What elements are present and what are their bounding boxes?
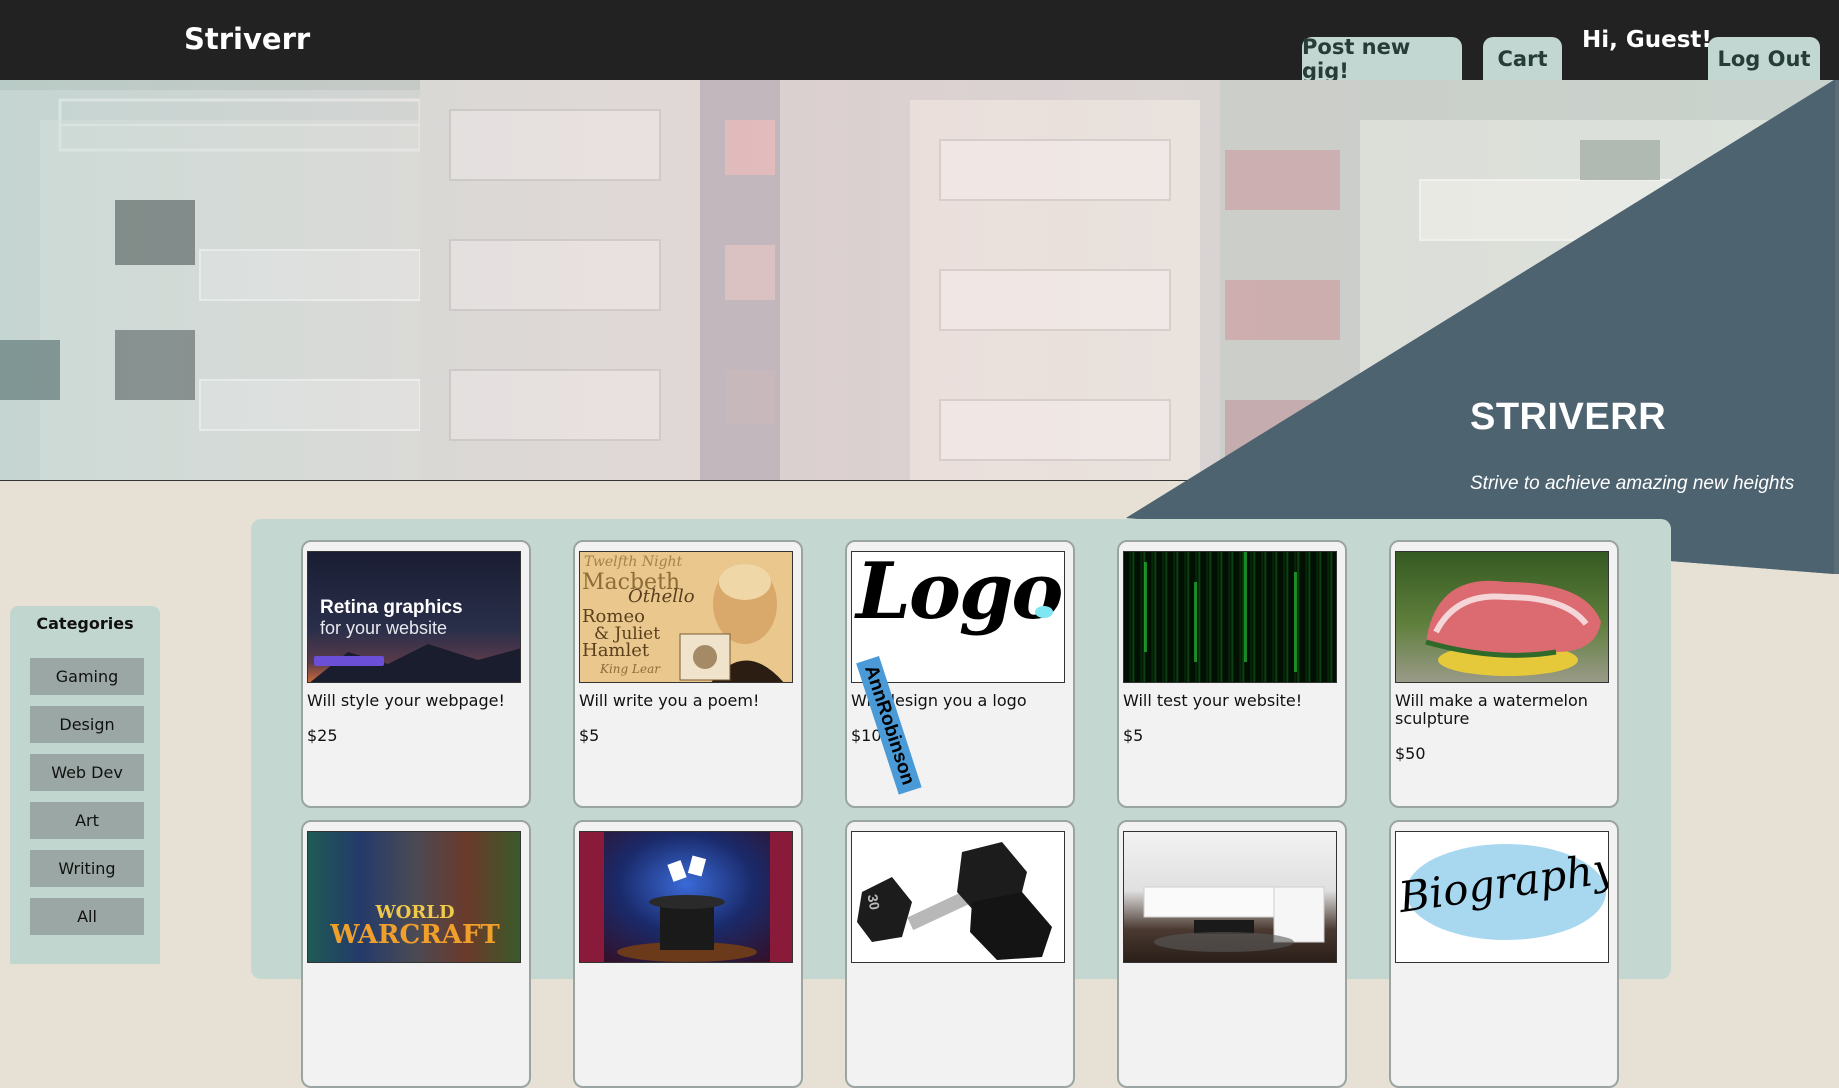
gig-thumbnail-image: Biography <box>1395 831 1609 963</box>
gig-thumbnail-image: 30 <box>851 831 1065 963</box>
hero-tagline: Strive to achieve amazing new heights <box>1470 473 1795 494</box>
dumbbell-icon <box>857 842 1052 960</box>
gig-card[interactable]: Will test your website! $5 <box>1117 540 1347 808</box>
gig-thumbnail-image: Logo <box>851 551 1065 683</box>
gig-card[interactable]: WORLD WARCRAFT <box>301 820 531 1088</box>
gig-price: $5 <box>579 726 600 745</box>
category-gaming-button[interactable]: Gaming <box>30 658 144 695</box>
hero-title: STRIVERR <box>1470 396 1667 438</box>
category-webdev-button[interactable]: Web Dev <box>30 754 144 791</box>
mountains-icon <box>310 644 520 682</box>
category-all-button[interactable]: All <box>30 898 144 935</box>
top-nav-bar: Striverr Post new gig! Cart Hi, Guest! L… <box>0 0 1839 83</box>
gig-price: $25 <box>307 726 338 745</box>
gig-thumbnail-image <box>1395 551 1609 683</box>
sofa-icon <box>1143 886 1325 952</box>
magic-hat-icon <box>580 832 792 962</box>
gig-card[interactable]: 30 <box>845 820 1075 1088</box>
dumbbell-weight-label: 30 <box>864 892 884 912</box>
brand-logo[interactable]: Striverr <box>184 22 310 56</box>
post-gig-button[interactable]: Post new gig! <box>1302 35 1462 83</box>
categories-heading: Categories <box>36 614 134 633</box>
gig-thumbnail-image <box>579 831 793 963</box>
gig-card[interactable]: Biography <box>1389 820 1619 1088</box>
gig-title: Will make a watermelon sculpture <box>1395 691 1588 728</box>
shakespeare-portrait-icon <box>679 564 784 682</box>
gig-card[interactable] <box>573 820 803 1088</box>
logo-dot-icon <box>1035 606 1053 618</box>
gig-title: Will test your website! <box>1123 691 1303 710</box>
gig-price: $50 <box>1395 744 1426 763</box>
categories-sidebar: Categories Gaming Design Web Dev Art Wri… <box>10 606 160 964</box>
gig-card[interactable]: Logo Will design you a logo $10 AnnRobin… <box>845 540 1075 808</box>
gig-card[interactable]: Retina graphics for your website Will st… <box>301 540 531 808</box>
gig-card[interactable] <box>1117 820 1347 1088</box>
gig-thumbnail-image <box>1123 551 1337 683</box>
game-title-line-2: WARCRAFT <box>330 920 500 950</box>
category-art-button[interactable]: Art <box>30 802 144 839</box>
category-design-button[interactable]: Design <box>30 706 144 743</box>
gig-listing-panel: Retina graphics for your website Will st… <box>251 519 1671 1088</box>
gig-thumbnail-image: Retina graphics for your website <box>307 551 521 683</box>
watermelon-sculpture-icon <box>1425 580 1601 676</box>
user-greeting: Hi, Guest! <box>1582 27 1712 53</box>
gig-card[interactable]: Will make a watermelon sculpture $50 <box>1389 540 1619 808</box>
gig-price: $5 <box>1123 726 1144 745</box>
cart-button[interactable]: Cart <box>1483 37 1562 80</box>
gig-title: Will write you a poem! <box>579 691 760 710</box>
gig-title: Will style your webpage! <box>307 691 505 710</box>
gig-card[interactable]: Twelfth Night Macbeth Othello Romeo & Ju… <box>573 540 803 808</box>
category-writing-button[interactable]: Writing <box>30 850 144 887</box>
logout-button[interactable]: Log Out <box>1708 37 1820 80</box>
gig-thumbnail-image: WORLD WARCRAFT <box>307 831 521 963</box>
gig-thumbnail-image: Twelfth Night Macbeth Othello Romeo & Ju… <box>579 551 793 683</box>
gig-thumbnail-image <box>1123 831 1337 963</box>
matrix-code-icon <box>1124 552 1336 682</box>
